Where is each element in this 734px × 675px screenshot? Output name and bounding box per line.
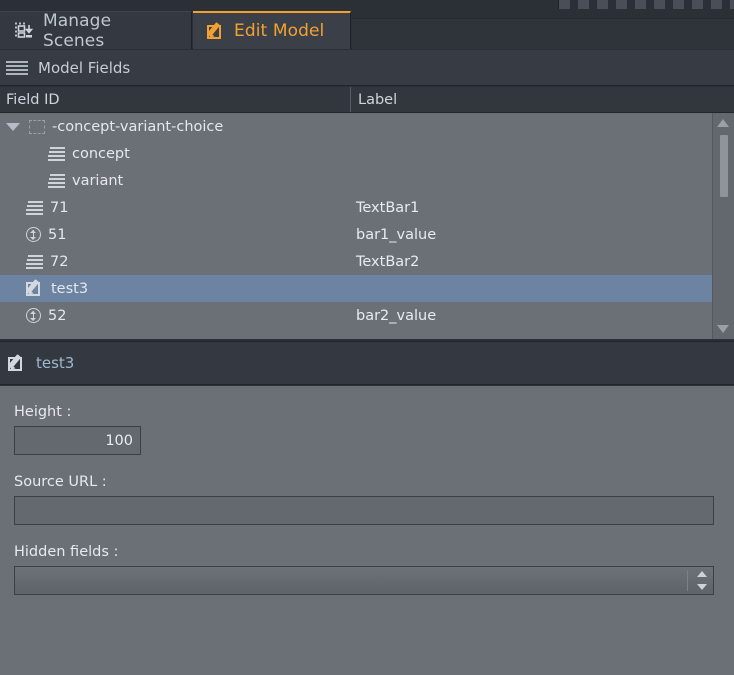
- scroll-up-icon[interactable]: [717, 119, 729, 127]
- row-field-id: 71: [50, 199, 69, 216]
- row-field-id: concept: [72, 145, 130, 162]
- tree-vertical-scrollbar[interactable]: [712, 113, 734, 339]
- stepper-down-icon[interactable]: [697, 584, 707, 590]
- tab-manage-scenes-label: Manage Scenes: [43, 10, 112, 51]
- detail-panel-header: test3: [0, 341, 734, 385]
- menu-bars-icon[interactable]: [6, 60, 28, 75]
- row-label: bar1_value: [356, 226, 437, 243]
- height-input[interactable]: [14, 426, 141, 455]
- scenes-import-icon: [14, 21, 34, 41]
- window-drag-strip: [558, 0, 734, 9]
- tab-bar-empty-area: [352, 18, 734, 49]
- text-lines-icon: [48, 146, 65, 161]
- row-field-id: 51: [48, 226, 67, 243]
- row-field-id: variant: [72, 172, 124, 189]
- model-fields-header: Model Fields: [0, 50, 734, 86]
- table-row[interactable]: -concept-variant-choice: [0, 113, 712, 140]
- dashed-group-icon: [29, 119, 45, 134]
- table-row[interactable]: 72 TextBar2: [0, 248, 712, 275]
- row-label: TextBar1: [356, 199, 420, 216]
- hidden-fields-combo[interactable]: [14, 566, 714, 595]
- scrollbar-thumb[interactable]: [720, 135, 728, 197]
- detail-form: Height : Source URL : Hidden fields :: [0, 386, 734, 675]
- tab-manage-scenes[interactable]: Manage Scenes: [0, 10, 192, 51]
- table-row[interactable]: 51 bar1_value: [0, 221, 712, 248]
- height-label: Height :: [14, 404, 72, 420]
- row-field-id: -concept-variant-choice: [52, 118, 224, 135]
- row-field-id: 52: [48, 307, 67, 324]
- edit-model-pencil-icon: [25, 279, 44, 297]
- row-label: TextBar2: [356, 253, 420, 270]
- detail-panel-title: test3: [36, 354, 75, 372]
- text-lines-icon: [26, 254, 43, 269]
- text-lines-icon: [48, 173, 65, 188]
- table-row[interactable]: variant: [0, 167, 712, 194]
- tab-edit-model-label: Edit Model: [234, 21, 325, 41]
- hidden-fields-label: Hidden fields :: [14, 544, 119, 560]
- table-row[interactable]: 52 bar2_value: [0, 302, 712, 329]
- tab-edit-model[interactable]: Edit Model: [193, 11, 351, 49]
- table-row[interactable]: 71 TextBar1: [0, 194, 712, 221]
- column-header-label[interactable]: Label: [358, 87, 397, 112]
- circle-updown-arrow-icon: [26, 308, 41, 323]
- source-url-input[interactable]: [14, 496, 714, 525]
- source-url-label: Source URL :: [14, 474, 107, 490]
- edit-model-pencil-icon: [206, 21, 225, 40]
- edit-model-pencil-icon: [7, 353, 26, 372]
- scroll-down-icon[interactable]: [717, 325, 729, 333]
- row-field-id: test3: [51, 280, 89, 297]
- text-lines-icon: [26, 200, 43, 215]
- row-field-id: 72: [50, 253, 69, 270]
- hidden-fields-stepper[interactable]: [687, 569, 710, 592]
- circle-updown-arrow-icon: [26, 227, 41, 242]
- table-row[interactable]: concept: [0, 140, 712, 167]
- table-column-headers: Field ID Label: [0, 87, 734, 113]
- tab-bar: Manage Scenes Edit Model: [0, 9, 734, 51]
- triangle-down-icon[interactable]: [6, 122, 20, 131]
- column-header-field-id[interactable]: Field ID: [6, 87, 60, 112]
- model-fields-title: Model Fields: [38, 58, 131, 77]
- stepper-up-icon[interactable]: [697, 571, 707, 577]
- table-row-selected[interactable]: test3: [0, 275, 712, 302]
- model-fields-tree[interactable]: -concept-variant-choice concept variant …: [0, 113, 712, 339]
- hidden-fields-input[interactable]: [14, 566, 714, 595]
- column-divider[interactable]: [350, 87, 351, 112]
- row-label: bar2_value: [356, 307, 437, 324]
